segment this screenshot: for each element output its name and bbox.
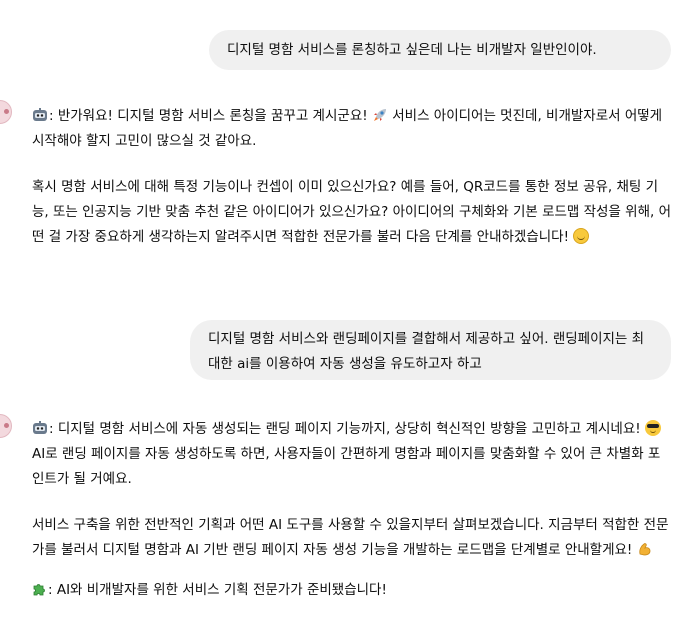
rocket-icon	[373, 109, 386, 121]
assistant-text: AI로 랜딩 페이지를 자동 생성하도록 하면, 사용자들이 간편하게 명함과 …	[32, 446, 661, 487]
puzzle-piece-icon	[33, 584, 45, 596]
assistant-paragraph: : AI와 비개발자를 위한 서비스 기획 전문가가 준비됐습니다!	[32, 578, 672, 603]
assistant-paragraph: : 반가워요! 디지털 명함 서비스 론칭을 꿈꾸고 계시군요! 서비스 아이디…	[32, 104, 672, 154]
bot-face-icon	[33, 108, 47, 121]
assistant-text: : 반가워요! 디지털 명함 서비스 론칭을 꿈꾸고 계시군요!	[49, 108, 372, 124]
bot-face-icon	[33, 421, 47, 434]
user-message-text: 디지털 명함 서비스를 론칭하고 싶은데 나는 비개발자 일반인이야.	[227, 42, 597, 58]
assistant-avatar	[0, 414, 12, 438]
assistant-paragraph: : 디지털 명함 서비스에 자동 생성되는 랜딩 페이지 기능까지, 상당히 혁…	[32, 417, 672, 492]
assistant-message: : 디지털 명함 서비스에 자동 생성되는 랜딩 페이지 기능까지, 상당히 혁…	[32, 417, 672, 603]
assistant-avatar	[0, 100, 12, 124]
user-message-bubble: 디지털 명함 서비스를 론칭하고 싶은데 나는 비개발자 일반인이야.	[209, 30, 671, 70]
user-message-text: 디지털 명함 서비스와 랜딩페이지를 결합해서 제공하고 싶어. 랜딩페이지는 …	[208, 331, 645, 372]
flexed-biceps-icon	[639, 543, 651, 556]
assistant-text: : AI와 비개발자를 위한 서비스 기획 전문가가 준비됐습니다!	[48, 582, 387, 598]
user-message-bubble: 디지털 명함 서비스와 랜딩페이지를 결합해서 제공하고 싶어. 랜딩페이지는 …	[190, 320, 671, 380]
assistant-message: : 반가워요! 디지털 명함 서비스 론칭을 꿈꾸고 계시군요! 서비스 아이디…	[32, 104, 672, 250]
assistant-paragraph: 혹시 명함 서비스에 대해 특정 기능이나 컨셉이 이미 있으신가요? 예를 들…	[32, 175, 672, 250]
assistant-text: 서비스 구축을 위한 전반적인 기획과 어떤 AI 도구를 사용할 수 있을지부…	[32, 517, 669, 558]
assistant-text: : 디지털 명함 서비스에 자동 생성되는 랜딩 페이지 기능까지, 상당히 혁…	[49, 421, 645, 437]
sunglasses-face-icon	[644, 420, 661, 436]
assistant-paragraph: 서비스 구축을 위한 전반적인 기획과 어떤 AI 도구를 사용할 수 있을지부…	[32, 513, 672, 563]
smiling-face-icon	[573, 228, 590, 244]
